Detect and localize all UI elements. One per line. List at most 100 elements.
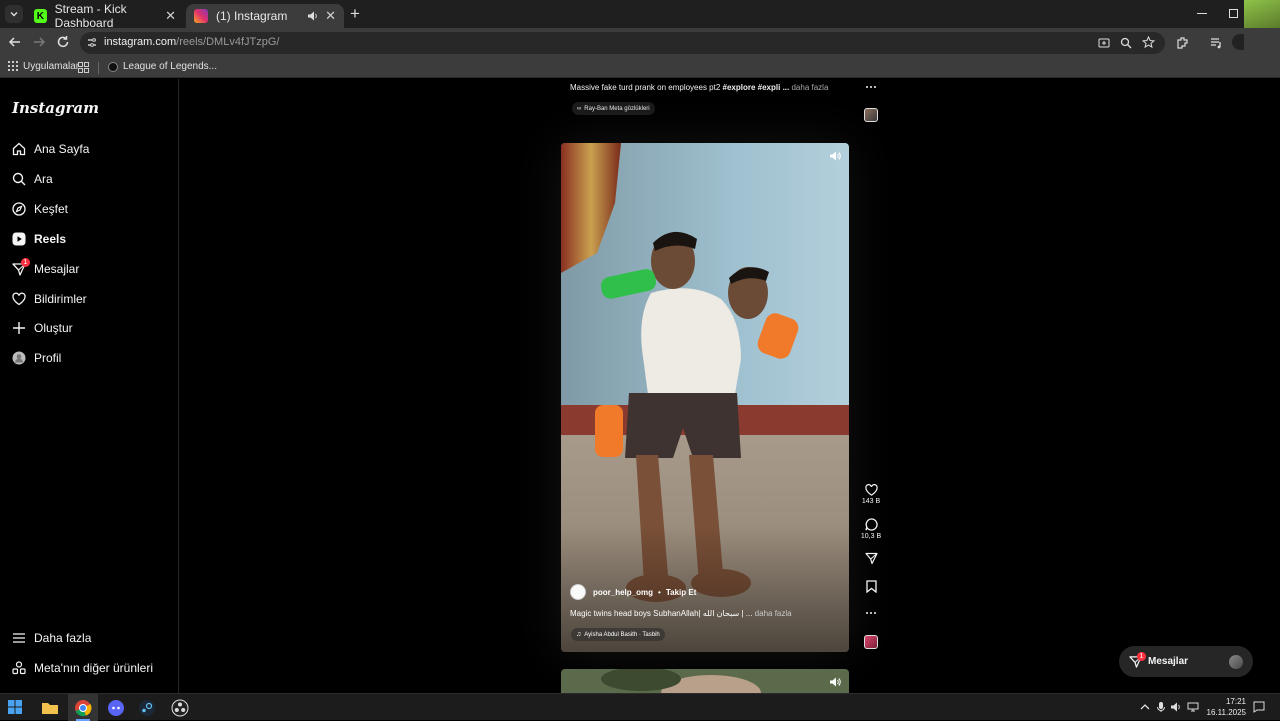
sidebar-item-search[interactable]: Ara <box>12 168 53 190</box>
new-tab-button[interactable]: + <box>346 5 364 23</box>
music-note-icon: ♫ <box>576 631 582 638</box>
reload-icon[interactable] <box>56 35 70 49</box>
sidebar-item-label: Keşfet <box>34 202 69 216</box>
close-icon[interactable]: ✕ <box>325 8 336 24</box>
volume-icon[interactable] <box>829 676 841 688</box>
media-control-icon[interactable] <box>1210 36 1223 49</box>
sidebar-item-notifications[interactable]: Bildirimler <box>12 288 87 310</box>
chevron-down-icon <box>10 12 18 17</box>
steam-icon[interactable] <box>137 698 157 718</box>
forward-arrow-icon[interactable] <box>32 35 46 49</box>
tab-search-button[interactable] <box>5 5 23 23</box>
more-options-icon[interactable] <box>865 84 877 90</box>
caption-text: Massive fake turd prank on employees pt2 <box>570 83 723 92</box>
avatar[interactable] <box>570 584 586 600</box>
heart-icon <box>12 292 26 306</box>
sidebar-item-create[interactable]: Oluştur <box>12 317 73 339</box>
sidebar-item-messages[interactable]: 1 Mesajlar <box>12 258 79 280</box>
clock-time: 17:21 <box>1225 697 1246 706</box>
windows-start-icon[interactable] <box>8 700 22 714</box>
network-icon[interactable] <box>1187 701 1199 713</box>
audio-chip[interactable]: ♫ Ayisha Abdul Basith · Tasbih <box>571 628 665 641</box>
clock-date: 16.11.2025 <box>1206 708 1246 717</box>
bookmark-star-icon[interactable] <box>1142 36 1155 49</box>
caption-hashtags[interactable]: #explore #expl <box>723 83 779 92</box>
site-info-icon[interactable] <box>86 37 98 49</box>
tab-instagram[interactable]: (1) Instagram ✕ <box>186 4 344 28</box>
menu-icon <box>13 633 25 643</box>
file-explorer-icon[interactable] <box>40 698 60 718</box>
avatar-icon <box>12 351 26 365</box>
address-bar[interactable]: instagram.com/reels/DMLv4fJTzpG/ <box>80 32 1165 54</box>
comment-icon <box>864 518 878 531</box>
tag-chip[interactable]: ∞ Ray-Ban Meta gözlükleri <box>572 102 655 115</box>
compass-icon <box>12 202 26 216</box>
like-count: 143 B <box>861 498 881 505</box>
close-icon[interactable]: ✕ <box>165 8 176 24</box>
back-arrow-icon[interactable] <box>8 35 22 49</box>
heart-icon <box>864 484 878 496</box>
reel-video[interactable]: poor_help_omg • Takip Et Magic twins hea… <box>561 143 849 652</box>
audio-thumbnail[interactable] <box>864 635 878 649</box>
share-icon <box>864 552 878 565</box>
obs-icon[interactable] <box>170 698 190 718</box>
sidebar-item-meta-products[interactable]: Meta'nın diğer ürünleri <box>12 657 153 679</box>
sidebar-item-home[interactable]: Ana Sayfa <box>12 138 89 160</box>
more-action[interactable] <box>858 611 884 615</box>
notification-badge: 1 <box>21 258 30 267</box>
bookmark-apps[interactable]: Uygulamalar <box>8 61 79 72</box>
messages-pill-label: Mesajlar <box>1148 656 1189 667</box>
share-action[interactable] <box>858 552 884 565</box>
browser-tabstrip: K Stream - Kick Dashboard ✕ (1) Instagra… <box>0 0 1280 56</box>
instagram-logo[interactable]: Instagram <box>12 99 99 117</box>
apps-grid-icon <box>8 61 18 71</box>
more-link[interactable]: daha fazla <box>791 83 828 92</box>
reel-caption: Magic twins head boys SubhanAllah| سبحان… <box>570 609 792 618</box>
speaker-icon[interactable] <box>307 10 319 22</box>
avatar <box>1229 655 1243 669</box>
volume-icon[interactable] <box>829 150 841 162</box>
sidebar-item-explore[interactable]: Keşfet <box>12 198 68 220</box>
microphone-icon[interactable] <box>1155 701 1167 713</box>
glasses-icon: ∞ <box>577 105 582 112</box>
audio-thumbnail[interactable] <box>864 108 878 122</box>
extensions-icon[interactable] <box>1176 36 1189 49</box>
tab-groups-icon[interactable] <box>78 62 89 73</box>
messages-pill[interactable]: 1 Mesajlar <box>1119 646 1253 677</box>
speaker-icon[interactable] <box>1170 701 1182 713</box>
like-action[interactable]: 143 B <box>858 484 884 505</box>
audio-label: Ayisha Abdul Basith · Tasbih <box>584 631 660 638</box>
username[interactable]: poor_help_omg <box>593 588 653 597</box>
kick-favicon-icon: K <box>34 9 47 23</box>
sidebar-item-label: Ara <box>34 172 53 186</box>
tag-chip-label: Ray-Ban Meta gözlükleri <box>584 105 650 112</box>
discord-icon[interactable] <box>106 698 126 718</box>
sidebar-item-profile[interactable]: Profil <box>12 347 61 369</box>
sidebar-item-label: Bildirimler <box>34 292 87 306</box>
profile-chip[interactable] <box>1232 34 1244 50</box>
follow-button[interactable]: Takip Et <box>666 588 697 597</box>
separator: • <box>658 587 661 597</box>
windows-taskbar: 17:21 16.11.2025 <box>0 693 1280 721</box>
chrome-icon[interactable] <box>73 698 93 718</box>
notifications-icon[interactable] <box>1253 701 1265 713</box>
save-action[interactable] <box>858 580 884 593</box>
tab-kick-dashboard[interactable]: K Stream - Kick Dashboard ✕ <box>26 2 184 30</box>
minimize-icon[interactable] <box>1197 13 1207 14</box>
restore-icon[interactable] <box>1229 9 1238 18</box>
url-host: instagram.com <box>104 36 177 48</box>
system-clock[interactable]: 17:21 16.11.2025 <box>1200 696 1246 718</box>
caption-text: Magic twins head boys SubhanAllah| سبحان… <box>570 609 755 618</box>
divider <box>98 62 99 74</box>
bookmark-league[interactable]: League of Legends... <box>108 61 217 72</box>
home-icon <box>12 142 26 156</box>
sidebar-item-label: Daha fazla <box>34 631 92 645</box>
tray-chevron-icon[interactable] <box>1139 701 1151 713</box>
zoom-icon[interactable] <box>1120 37 1132 49</box>
sidebar-item-more[interactable]: Daha fazla <box>12 627 91 649</box>
cast-icon[interactable] <box>1098 37 1110 49</box>
more-link[interactable]: daha fazla <box>755 609 792 618</box>
comment-action[interactable]: 10,3 B <box>858 518 884 540</box>
sidebar-item-reels[interactable]: Reels <box>12 228 66 250</box>
tab-title: Stream - Kick Dashboard <box>54 2 127 30</box>
